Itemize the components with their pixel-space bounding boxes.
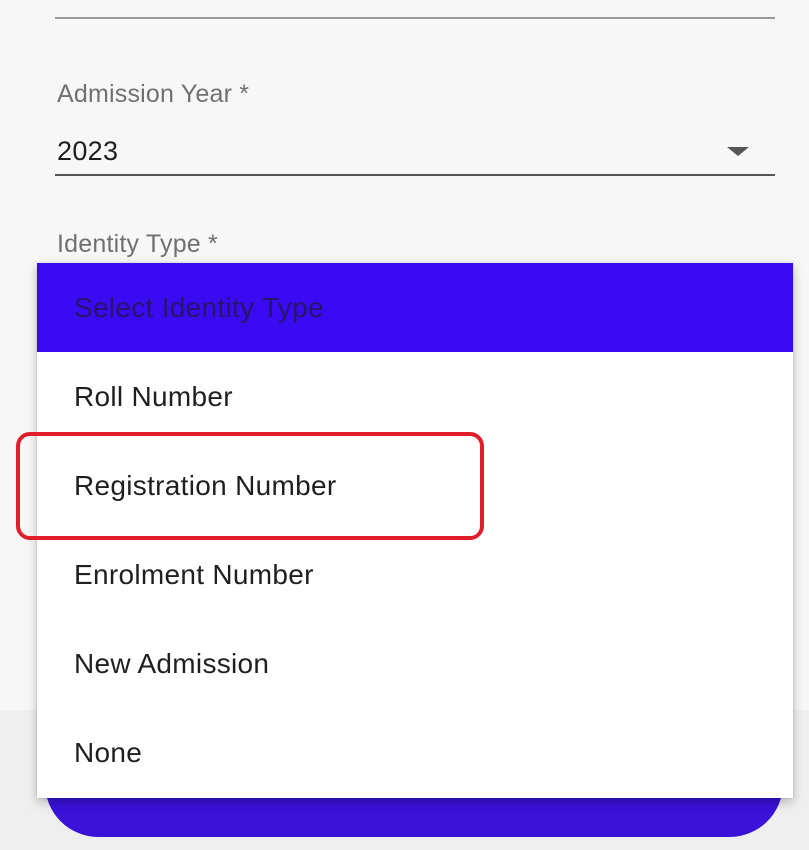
- dropdown-arrow-icon: [727, 147, 749, 156]
- menu-item-new-admission[interactable]: New Admission: [37, 619, 793, 708]
- menu-item-roll-number[interactable]: Roll Number: [37, 352, 793, 441]
- menu-item-enrolment-number[interactable]: Enrolment Number: [37, 530, 793, 619]
- admission-year-value: 2023: [57, 136, 119, 166]
- admission-year-select[interactable]: 2023: [55, 128, 775, 176]
- identity-type-label: Identity Type *: [57, 230, 218, 258]
- previous-field-underline: [55, 17, 775, 19]
- menu-header-select-identity-type[interactable]: Select Identity Type: [37, 263, 793, 352]
- admission-year-label: Admission Year *: [57, 80, 250, 108]
- highlight-annotation-box: [16, 432, 484, 540]
- menu-item-none[interactable]: None: [37, 708, 793, 797]
